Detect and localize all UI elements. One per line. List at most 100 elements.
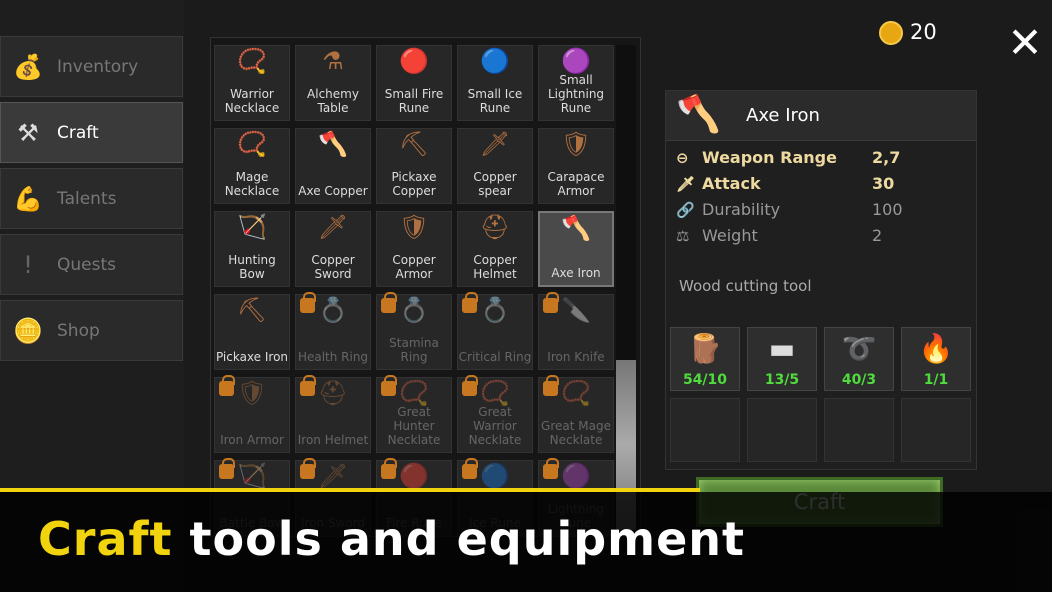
craft-item[interactable]: 🪓 Axe Copper [295, 128, 371, 204]
tab-label: Talents [57, 188, 117, 209]
craft-item[interactable]: ⛑ Copper Helmet [457, 211, 533, 287]
tab-label: Shop [57, 320, 100, 341]
tab-inventory[interactable]: 💰 Inventory [0, 36, 183, 97]
craft-item[interactable]: 📿 Great Mage Necklate [538, 375, 614, 453]
item-icon: 🔴 [399, 47, 429, 75]
item-label: Great Hunter Necklate [387, 405, 441, 447]
item-label: Iron Knife [547, 350, 605, 364]
item-icon: 🗡 [317, 213, 349, 241]
craft-item[interactable]: 📿 Mage Necklace [214, 128, 290, 204]
item-label: Critical Ring [458, 350, 532, 364]
log-icon: 🪵 [687, 332, 723, 365]
empty-slot [747, 398, 817, 462]
item-label: Health Ring [297, 350, 369, 364]
craft-item[interactable]: 📿 Great Hunter Necklate [376, 375, 452, 453]
item-description: Wood cutting tool [679, 277, 812, 295]
craft-item[interactable]: 🗡 Copper Sword [295, 211, 371, 287]
detail-header: 🪓 Axe Iron [666, 91, 976, 141]
item-icon: 📿 [561, 379, 591, 407]
stat-name: Durability [702, 200, 781, 219]
item-icon: 🔴 [399, 462, 429, 490]
item-icon: ⛑ [317, 379, 349, 407]
material-slot: ➰ 40/3 [824, 327, 894, 391]
craft-item[interactable]: 📿 Warrior Necklace [214, 45, 290, 121]
item-icon: 🏹 [237, 213, 267, 241]
empty-slot [901, 398, 971, 462]
craft-item[interactable]: ⛏ Pickaxe Copper [376, 128, 452, 204]
item-icon: 📿 [237, 47, 267, 75]
craft-item[interactable]: ⛑ Iron Helmet [295, 375, 371, 453]
item-icon: 🪓 [561, 214, 591, 242]
craft-item[interactable]: 💍 Health Ring [295, 292, 371, 370]
item-label: Alchemy Table [307, 87, 359, 115]
empty-slot [824, 398, 894, 462]
tab-talents[interactable]: 💪 Talents [0, 168, 183, 229]
item-icon: 🛡 [398, 213, 430, 241]
weight-icon: ⚖ [676, 226, 690, 245]
tab-quests[interactable]: ! Quests [0, 234, 183, 295]
banner-rest: tools and equipment [172, 512, 746, 566]
tab-label: Quests [57, 254, 116, 275]
craft-item[interactable]: 🗡 Copper spear [457, 128, 533, 204]
stat-value: 2,7 [872, 148, 901, 167]
craft-item[interactable]: 🟣 Small Lightning Rune [538, 45, 614, 121]
item-label: Mage Necklace [224, 170, 280, 198]
stat-name: Weight [702, 226, 758, 245]
item-label: Pickaxe Iron [215, 350, 289, 364]
item-icon: 🔪 [561, 296, 591, 324]
iron-ingot-icon: ▬ [768, 332, 796, 365]
craft-item[interactable]: 🔴 Small Fire Rune [376, 45, 452, 121]
coin-count: 20 [910, 20, 937, 44]
craft-item[interactable]: 🔵 Small Ice Rune [457, 45, 533, 121]
craft-item[interactable]: 🛡 Carapace Armor [538, 128, 614, 204]
item-label: Great Mage Necklate [541, 419, 611, 447]
craft-item[interactable]: 💍 Stamina Ring [376, 292, 452, 370]
item-icon: ⛏ [398, 130, 430, 158]
craft-item[interactable]: 💍 Critical Ring [457, 292, 533, 370]
material-count: 54/10 [682, 372, 728, 388]
item-label: Hunting Bow [228, 253, 276, 281]
stat-value: 2 [872, 226, 883, 245]
item-label: Copper Armor [392, 253, 436, 281]
axe-icon: 🪓 [676, 94, 721, 135]
item-label: Small Lightning Rune [547, 73, 605, 115]
item-label: Stamina Ring [389, 336, 439, 364]
coins-icon: 🪙 [13, 316, 43, 345]
item-label: Iron Helmet [297, 433, 369, 447]
item-icon: 🗡 [317, 462, 349, 490]
item-icon: 💍 [318, 296, 348, 324]
scrollbar[interactable] [616, 45, 636, 530]
tab-shop[interactable]: 🪙 Shop [0, 300, 183, 361]
stat-row: ⊖ Weapon Range 2,7 [676, 148, 900, 167]
item-label: Small Fire Rune [384, 87, 444, 115]
stat-name: Weapon Range [702, 148, 837, 167]
stat-value: 100 [872, 200, 903, 219]
item-label: Pickaxe Copper [391, 170, 437, 198]
craft-item[interactable]: ⛏ Pickaxe Iron [214, 294, 290, 370]
rope-icon: ➰ [841, 332, 877, 365]
strength-icon: 💪 [13, 184, 43, 213]
bag-icon: 💰 [13, 52, 43, 81]
craft-item[interactable]: 🪓 Axe Iron [538, 211, 614, 287]
craft-item[interactable]: 🛡 Iron Armor [214, 375, 290, 453]
material-count: 40/3 [841, 372, 877, 388]
item-label: Axe Iron [551, 266, 601, 280]
stat-name: Attack [702, 174, 761, 193]
close-icon[interactable]: ✕ [1000, 18, 1050, 68]
item-icon: 🔵 [480, 47, 510, 75]
tab-label: Inventory [57, 56, 139, 77]
material-slot: 🪵 54/10 [670, 327, 740, 391]
item-label: Great Warrior Necklate [468, 405, 522, 447]
stat-row: ⚖ Weight 2 [676, 226, 882, 245]
craft-item[interactable]: 🏹 Hunting Bow [214, 211, 290, 287]
craft-item[interactable]: 📿 Great Warrior Necklate [457, 375, 533, 453]
craft-item[interactable]: 🛡 Copper Armor [376, 211, 452, 287]
item-label: Copper Sword [311, 253, 355, 281]
craft-item[interactable]: 🔪 Iron Knife [538, 292, 614, 370]
craft-item[interactable]: ⚗ Alchemy Table [295, 45, 371, 121]
item-icon: ⚗ [322, 47, 344, 75]
chain-icon: 🔗 [676, 200, 695, 219]
tab-craft[interactable]: ⚒ Craft [0, 102, 183, 163]
banner-text: Craft tools and equipment [38, 512, 745, 566]
item-label: Axe Copper [298, 184, 368, 198]
